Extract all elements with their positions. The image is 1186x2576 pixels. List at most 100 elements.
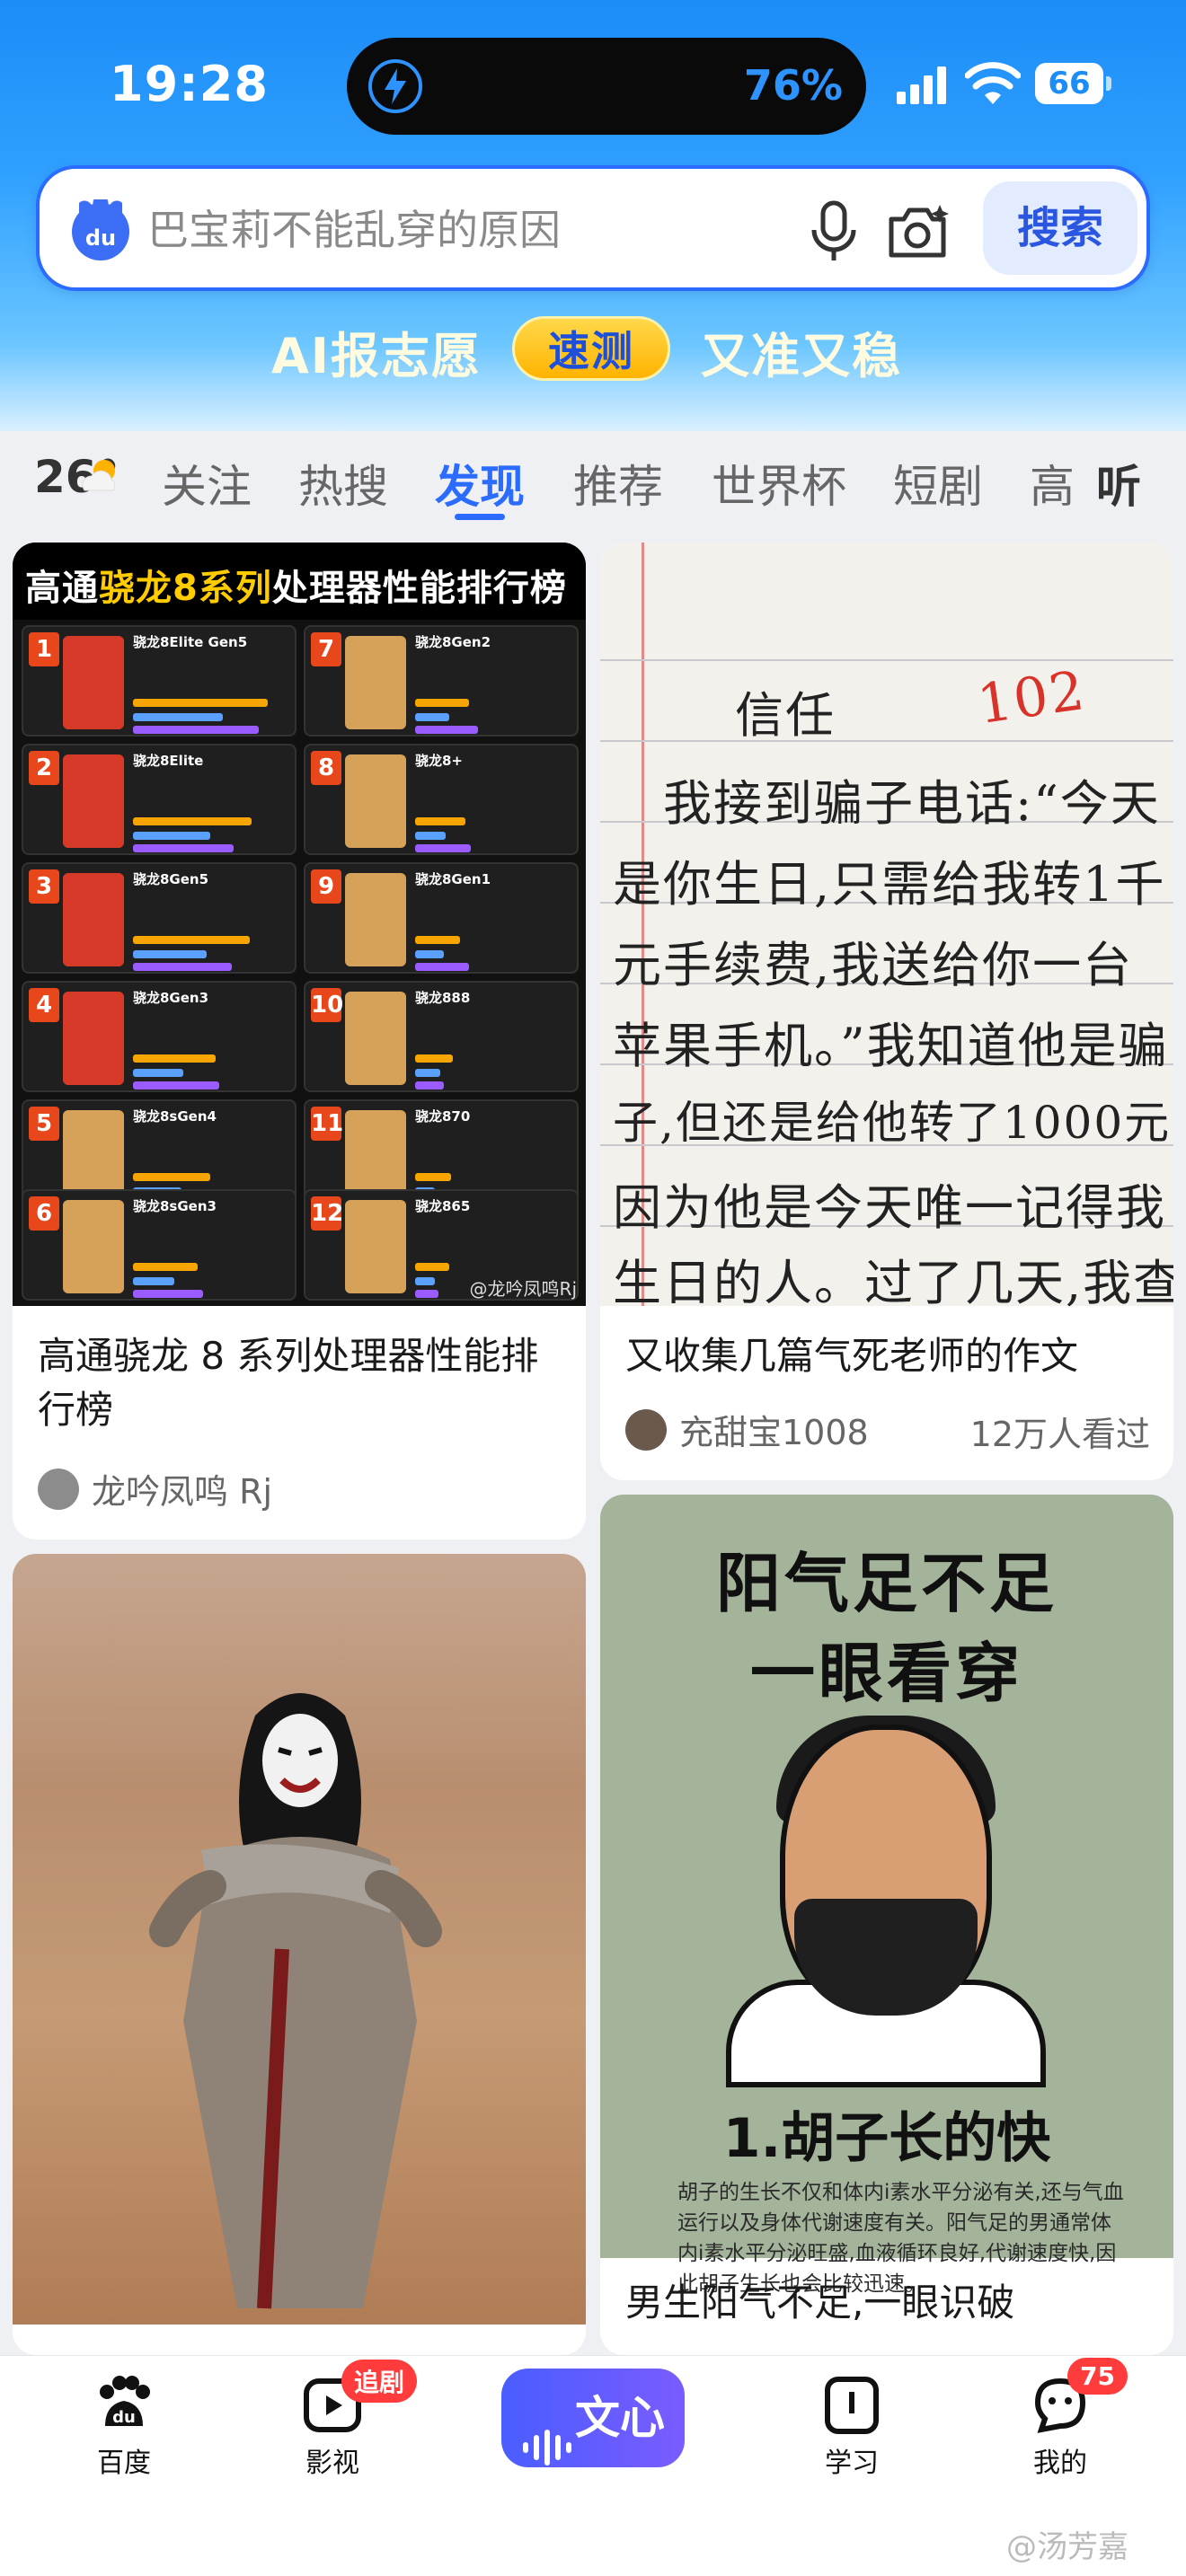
- feed-card-essay[interactable]: 信任 102 我接到骗子电话:“今天 是你生日,只需给我转1千 元手续费,我送给…: [600, 543, 1173, 1480]
- rank-number: 5: [29, 1107, 59, 1141]
- header-part-b: 骁龙8系列: [99, 568, 272, 609]
- author-avatar: [38, 1468, 79, 1510]
- chip-icon: [345, 992, 406, 1085]
- bar: [415, 1263, 449, 1271]
- clock: 19:28: [110, 56, 269, 112]
- card-title[interactable]: 高通骁龙 8 系列处理器性能排行榜: [38, 1329, 568, 1437]
- rank-number: 2: [29, 751, 59, 785]
- search-input[interactable]: 巴宝莉不能乱穿的原因: [147, 201, 561, 259]
- weibo-watermark: @汤芳嘉: [1006, 2529, 1128, 2565]
- image-watermark: @龙吟凤鸣Rj: [469, 1278, 577, 1300]
- essay-title: 信任: [735, 687, 836, 744]
- nav-label: 百度: [97, 2448, 151, 2479]
- feed-tab-bar: 26° 关注 热搜 发现 推荐 世界杯 短剧 高 听: [0, 431, 1186, 530]
- author-name: 龙吟凤鸣 Rj: [92, 1472, 273, 1512]
- rank-name: 骁龙8Gen2: [415, 634, 491, 650]
- essay-line: 我接到骗子电话:“今天: [663, 775, 1161, 832]
- author-name: 充甜宝1008: [679, 1413, 869, 1452]
- battery-percent: 76%: [743, 61, 843, 110]
- rank-number: 8: [311, 751, 341, 785]
- rank-number: 4: [29, 988, 59, 1022]
- tab-short-drama[interactable]: 短剧: [893, 451, 983, 516]
- bar: [133, 1054, 216, 1063]
- chip-icon: [345, 873, 406, 966]
- bar: [415, 726, 478, 734]
- ai-volunteer-banner[interactable]: AI报志愿 速测 又准又稳: [0, 313, 1186, 384]
- baidu-paw-icon: du: [93, 2374, 155, 2437]
- nav-home[interactable]: du 百度: [61, 2374, 187, 2480]
- camera-search-icon[interactable]: [884, 201, 952, 262]
- rank-name: 骁龙870: [415, 1108, 471, 1125]
- baidu-logo-icon: du: [72, 199, 129, 260]
- bar: [133, 1263, 198, 1271]
- rank-item: 6 骁龙8sGen3: [22, 1189, 296, 1301]
- nav-study[interactable]: 学习: [789, 2374, 915, 2480]
- view-count: 12万人看过: [969, 1415, 1150, 1454]
- nav-label: 我的: [1033, 2448, 1087, 2479]
- rank-number: 9: [311, 869, 341, 904]
- essay-line: 是你生日,只需给我转1千: [613, 856, 1166, 913]
- essay-line: 苹果手机。”我知道他是骗: [613, 1018, 1169, 1074]
- search-button[interactable]: 搜索: [983, 181, 1137, 275]
- chip-icon: [63, 636, 124, 729]
- battery-icon: 66: [1035, 63, 1111, 104]
- rank-item: 7 骁龙8Gen2: [304, 625, 579, 737]
- header-part-a: 高通: [25, 568, 99, 609]
- bar: [415, 963, 469, 971]
- chip-icon: [345, 636, 406, 729]
- rule-line: [600, 659, 1173, 661]
- nav-wenxin[interactable]: 文心: [501, 2369, 685, 2467]
- essay-line: 子,但还是给他转了1000元: [613, 1097, 1172, 1149]
- bar: [133, 726, 259, 734]
- bar: [415, 1054, 453, 1063]
- teacher-score: 102: [973, 658, 1090, 737]
- search-bar[interactable]: du 巴宝莉不能乱穿的原因 搜索: [36, 165, 1150, 291]
- tab-more-partial[interactable]: 高: [1030, 451, 1075, 516]
- bar: [133, 1173, 210, 1181]
- rank-name: 骁龙8Elite Gen5: [133, 634, 248, 650]
- rank-name: 骁龙8Gen5: [133, 871, 209, 887]
- rank-item: 10 骁龙888: [304, 981, 579, 1092]
- tab-discover[interactable]: 发现: [435, 451, 525, 516]
- wifi-icon: [964, 59, 1022, 108]
- card-title[interactable]: 又收集几篇气死老师的作文: [625, 1329, 1155, 1383]
- bar: [415, 699, 469, 707]
- essay-line: 生日的人。过了几天,我查: [613, 1255, 1173, 1311]
- video-badge: 追剧: [341, 2360, 418, 2403]
- chip-icon: [63, 754, 124, 848]
- rank-number: 7: [311, 632, 341, 666]
- card-title[interactable]: 男生阳气不足,一眼识破: [625, 2276, 1155, 2330]
- banner-quick-test-pill[interactable]: 速测: [512, 316, 670, 381]
- card-image-handwriting: 信任 102 我接到骗子电话:“今天 是你生日,只需给我转1千 元手续费,我送给…: [600, 543, 1173, 1311]
- rank-item: 1 骁龙8Elite Gen5: [22, 625, 296, 737]
- partly-cloudy-icon: [77, 456, 120, 492]
- chip-icon: [345, 754, 406, 848]
- rank-name: 骁龙8Gen3: [133, 990, 209, 1006]
- feed-card-desert-figure[interactable]: [13, 1554, 586, 2355]
- bar: [415, 1277, 435, 1285]
- chip-icon: [345, 1200, 406, 1293]
- essay-line: 因为他是今天唯一记得我: [613, 1179, 1166, 1236]
- voice-wave-icon: [521, 2401, 579, 2466]
- rule-line: [600, 740, 1173, 742]
- tab-hot-search[interactable]: 热搜: [298, 451, 388, 516]
- rank-number: 11: [311, 1107, 343, 1141]
- bar: [415, 832, 446, 840]
- rank-item: 3 骁龙8Gen5: [22, 862, 296, 974]
- status-bar: 19:28 76% 66: [0, 0, 1186, 171]
- bar: [415, 1069, 440, 1077]
- card-author[interactable]: 充甜宝1008: [625, 1405, 869, 1454]
- listen-button[interactable]: 听: [1096, 451, 1141, 516]
- tab-follow[interactable]: 关注: [162, 451, 252, 516]
- rank-number: 12: [311, 1196, 343, 1231]
- tab-world-cup[interactable]: 世界杯: [712, 451, 846, 516]
- feed-card-yangqi[interactable]: 阳气足不足 一眼看穿 1.胡子长的快 胡子的生长不仅和体内i素水平分泌有关,还与…: [600, 1495, 1173, 2355]
- tab-recommend[interactable]: 推荐: [573, 451, 663, 516]
- chip-icon: [63, 1200, 124, 1293]
- microphone-icon[interactable]: [805, 199, 863, 264]
- bar: [415, 844, 471, 852]
- card-author[interactable]: 龙吟凤鸣 Rj: [38, 1464, 272, 1513]
- feed-card-snapdragon[interactable]: 高通骁龙8系列处理器性能排行榜 1 骁龙8Elite Gen5 2 骁龙8Elite…: [13, 543, 586, 1539]
- rank-name: 骁龙865: [415, 1198, 471, 1214]
- svg-text:du: du: [112, 2408, 136, 2427]
